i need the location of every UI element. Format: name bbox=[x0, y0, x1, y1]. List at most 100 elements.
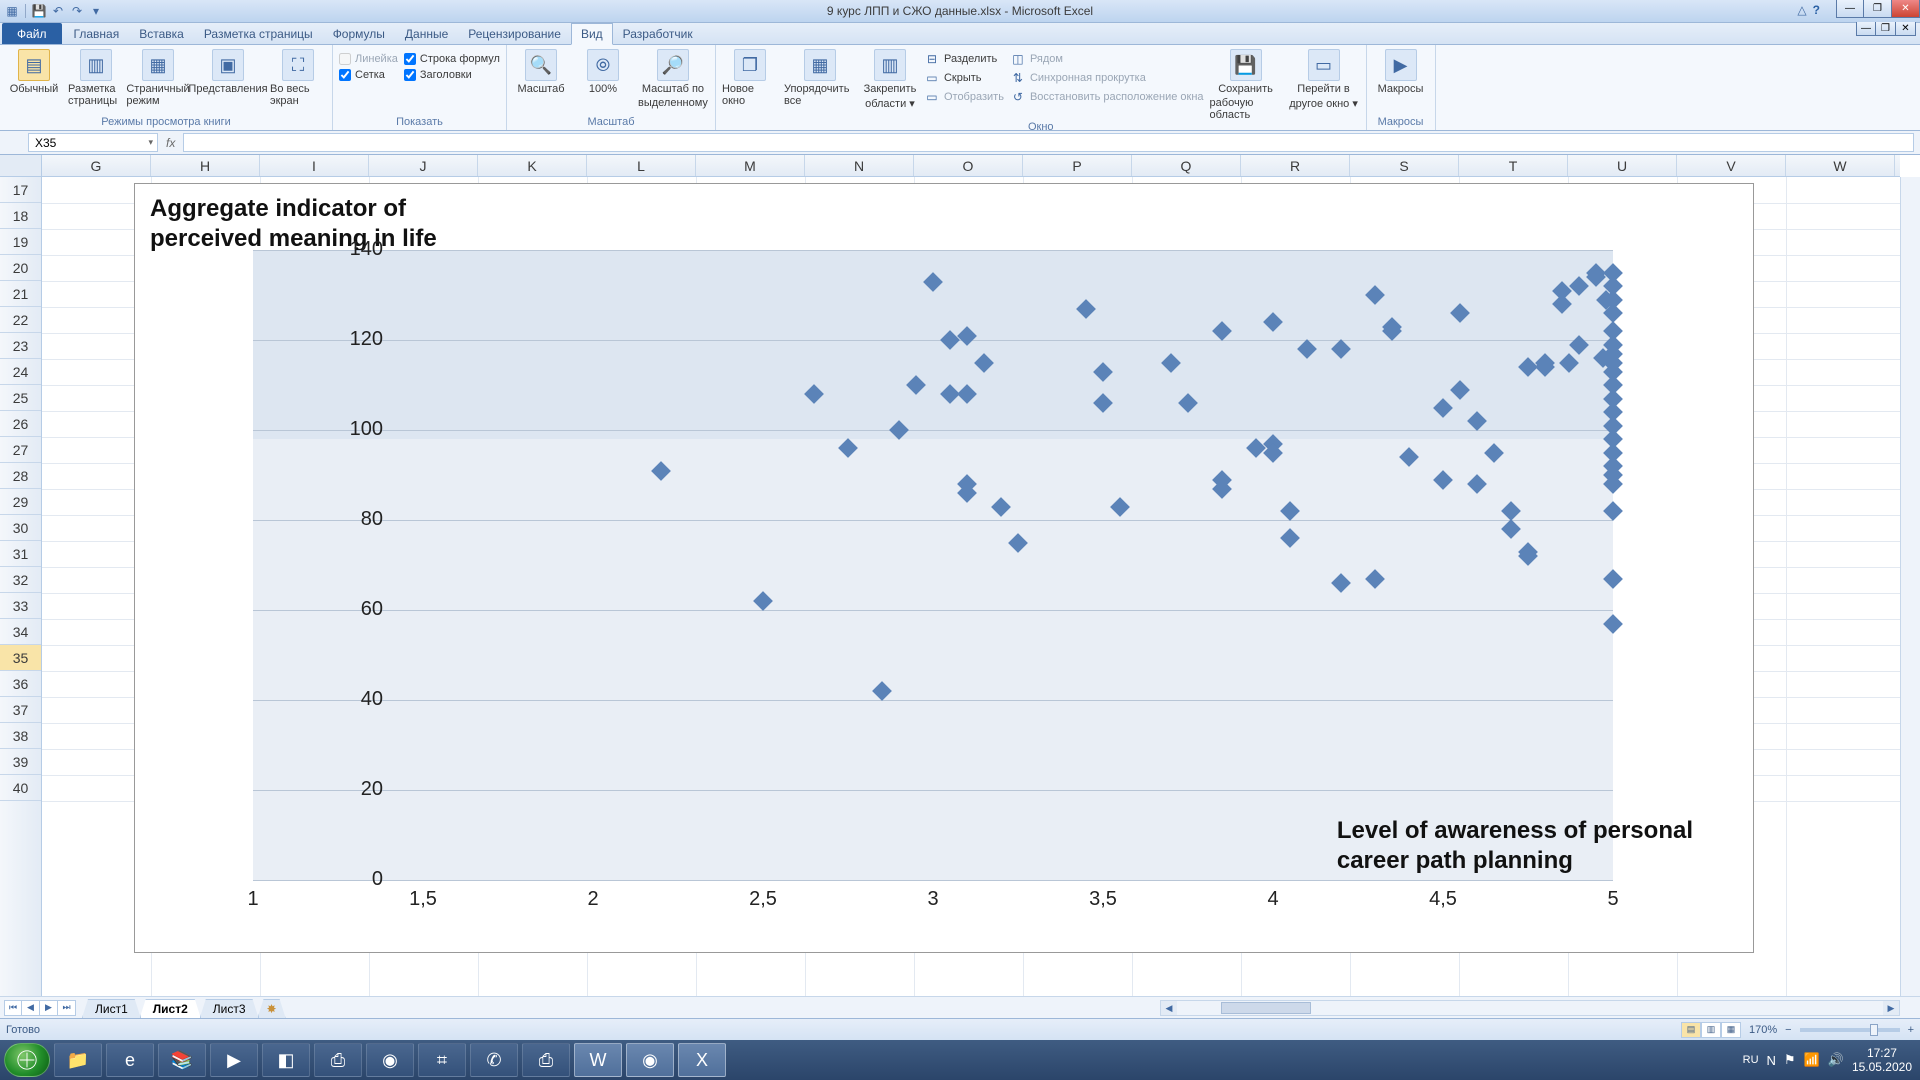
column-header[interactable]: S bbox=[1350, 155, 1459, 176]
column-header[interactable]: P bbox=[1023, 155, 1132, 176]
row-header[interactable]: 18 bbox=[0, 203, 41, 229]
column-header[interactable]: T bbox=[1459, 155, 1568, 176]
fullscreen-button[interactable]: ⛶Во весь экран bbox=[270, 49, 326, 107]
column-header[interactable]: R bbox=[1241, 155, 1350, 176]
tab-page-layout[interactable]: Разметка страницы bbox=[194, 23, 323, 44]
scatter-chart[interactable]: Aggregate indicator ofperceived meaning … bbox=[134, 183, 1754, 953]
statusbar-pagelayout-view-button[interactable]: ▥ bbox=[1701, 1022, 1721, 1038]
hscroll-right-icon[interactable]: ▶ bbox=[1883, 1001, 1899, 1015]
column-header[interactable]: U bbox=[1568, 155, 1677, 176]
fx-icon[interactable]: fx bbox=[166, 136, 175, 150]
column-headers[interactable]: GHIJKLMNOPQRSTUVW bbox=[42, 155, 1900, 177]
row-header[interactable]: 39 bbox=[0, 749, 41, 775]
taskbar-whatsapp-icon[interactable]: ✆ bbox=[470, 1043, 518, 1077]
tray-onenote-icon[interactable]: N bbox=[1767, 1053, 1776, 1068]
hide-button[interactable]: ▭Скрыть bbox=[924, 70, 1004, 86]
taskbar-word-icon[interactable]: W bbox=[574, 1043, 622, 1077]
window-close-button[interactable]: ✕ bbox=[1892, 0, 1920, 18]
column-header[interactable]: L bbox=[587, 155, 696, 176]
save-workspace-button[interactable]: 💾Сохранитьрабочую область bbox=[1210, 49, 1282, 121]
horizontal-scrollbar[interactable]: ◀ ▶ bbox=[1160, 1000, 1900, 1016]
macros-button[interactable]: ▶Макросы bbox=[1373, 49, 1429, 95]
row-header[interactable]: 33 bbox=[0, 593, 41, 619]
statusbar-pagebreak-view-button[interactable]: ▦ bbox=[1721, 1022, 1741, 1038]
row-header[interactable]: 38 bbox=[0, 723, 41, 749]
select-all-corner[interactable] bbox=[0, 155, 42, 177]
tab-insert[interactable]: Вставка bbox=[129, 23, 194, 44]
tray-clock[interactable]: 17:27 15.05.2020 bbox=[1852, 1046, 1912, 1075]
row-header[interactable]: 17 bbox=[0, 177, 41, 203]
sheet-nav-last[interactable]: ⏭ bbox=[58, 1000, 76, 1016]
sheet-tab-2[interactable]: Лист2 bbox=[140, 999, 201, 1018]
row-header[interactable]: 32 bbox=[0, 567, 41, 593]
unhide-button[interactable]: ▭Отобразить bbox=[924, 89, 1004, 105]
custom-views-button[interactable]: ▣Представления bbox=[192, 49, 264, 95]
tab-review[interactable]: Рецензирование bbox=[458, 23, 571, 44]
taskbar-app3-icon[interactable]: ⌗ bbox=[418, 1043, 466, 1077]
column-header[interactable]: I bbox=[260, 155, 369, 176]
column-header[interactable]: N bbox=[805, 155, 914, 176]
reset-position-button[interactable]: ↺Восстановить расположение окна bbox=[1010, 89, 1204, 105]
sheet-tab-1[interactable]: Лист1 bbox=[82, 999, 141, 1018]
row-header[interactable]: 40 bbox=[0, 775, 41, 801]
sheet-nav-next[interactable]: ▶ bbox=[40, 1000, 58, 1016]
row-headers[interactable]: 1718192021222324252627282930313233343536… bbox=[0, 177, 42, 996]
window-restore-button[interactable]: ❐ bbox=[1864, 0, 1892, 18]
taskbar-explorer-icon[interactable]: 📁 bbox=[54, 1043, 102, 1077]
taskbar-chrome2-icon[interactable]: ◉ bbox=[626, 1043, 674, 1077]
formula-input[interactable] bbox=[183, 133, 1914, 152]
vertical-scrollbar[interactable] bbox=[1900, 177, 1920, 996]
zoom-100-button[interactable]: ⦾100% bbox=[575, 49, 631, 95]
name-box[interactable]: X35 bbox=[28, 133, 158, 152]
tray-lang[interactable]: RU bbox=[1743, 1054, 1759, 1066]
formula-bar-checkbox[interactable]: Строка формул bbox=[404, 53, 500, 65]
hscroll-thumb[interactable] bbox=[1221, 1002, 1311, 1014]
row-header[interactable]: 26 bbox=[0, 411, 41, 437]
freeze-panes-button[interactable]: ▥Закрепитьобласти ▾ bbox=[862, 49, 918, 110]
help-icon[interactable]: ? bbox=[1813, 3, 1820, 17]
page-break-button[interactable]: ▦Страничный режим bbox=[130, 49, 186, 107]
sheet-nav-first[interactable]: ⏮ bbox=[4, 1000, 22, 1016]
normal-view-button[interactable]: ▤Обычный bbox=[6, 49, 62, 95]
column-header[interactable]: M bbox=[696, 155, 805, 176]
tab-developer[interactable]: Разработчик bbox=[613, 23, 703, 44]
column-header[interactable]: H bbox=[151, 155, 260, 176]
row-header[interactable]: 20 bbox=[0, 255, 41, 281]
column-header[interactable]: V bbox=[1677, 155, 1786, 176]
row-header[interactable]: 30 bbox=[0, 515, 41, 541]
tray-flag-icon[interactable]: ⚑ bbox=[1784, 1052, 1796, 1068]
column-header[interactable]: Q bbox=[1132, 155, 1241, 176]
gridlines-checkbox[interactable]: Сетка bbox=[339, 69, 398, 81]
row-header[interactable]: 27 bbox=[0, 437, 41, 463]
workbook-minimize-button[interactable]: — bbox=[1856, 22, 1876, 36]
row-header[interactable]: 28 bbox=[0, 463, 41, 489]
taskbar-excel-icon[interactable]: X bbox=[678, 1043, 726, 1077]
column-header[interactable]: G bbox=[42, 155, 151, 176]
zoom-in-button[interactable]: + bbox=[1908, 1024, 1914, 1036]
zoom-out-button[interactable]: − bbox=[1785, 1024, 1791, 1036]
row-header[interactable]: 22 bbox=[0, 307, 41, 333]
split-button[interactable]: ⊟Разделить bbox=[924, 51, 1004, 67]
row-header[interactable]: 35 bbox=[0, 645, 41, 671]
taskbar-library-icon[interactable]: 📚 bbox=[158, 1043, 206, 1077]
undo-icon[interactable]: ↶ bbox=[50, 3, 66, 19]
row-header[interactable]: 31 bbox=[0, 541, 41, 567]
ruler-checkbox[interactable]: Линейка bbox=[339, 53, 398, 65]
row-header[interactable]: 21 bbox=[0, 281, 41, 307]
tray-volume-icon[interactable]: 🔊 bbox=[1828, 1052, 1844, 1068]
row-header[interactable]: 36 bbox=[0, 671, 41, 697]
tab-view[interactable]: Вид bbox=[571, 23, 613, 45]
save-icon[interactable]: 💾 bbox=[31, 3, 47, 19]
taskbar-ie-icon[interactable]: e bbox=[106, 1043, 154, 1077]
taskbar-app1-icon[interactable]: ◧ bbox=[262, 1043, 310, 1077]
row-header[interactable]: 25 bbox=[0, 385, 41, 411]
zoom-level[interactable]: 170% bbox=[1749, 1024, 1777, 1036]
row-header[interactable]: 24 bbox=[0, 359, 41, 385]
taskbar-media-icon[interactable]: ▶ bbox=[210, 1043, 258, 1077]
tab-file[interactable]: Файл bbox=[2, 23, 62, 44]
row-header[interactable]: 19 bbox=[0, 229, 41, 255]
taskbar-chrome-icon[interactable]: ◉ bbox=[366, 1043, 414, 1077]
statusbar-normal-view-button[interactable]: ▤ bbox=[1681, 1022, 1701, 1038]
qat-customize-icon[interactable]: ▾ bbox=[88, 3, 104, 19]
cells-area[interactable]: Aggregate indicator ofperceived meaning … bbox=[42, 177, 1900, 996]
